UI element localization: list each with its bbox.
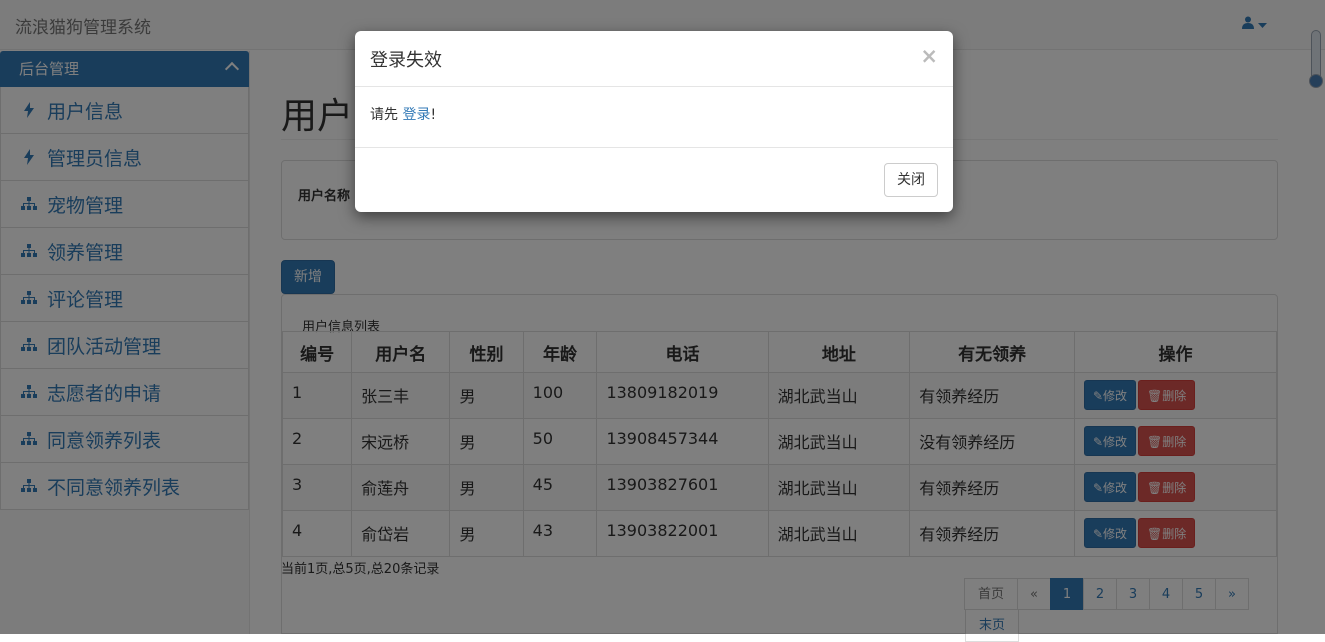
modal-header: 登录失效 ×	[355, 31, 953, 87]
modal-body: 请先 登录!	[355, 87, 953, 148]
close-icon[interactable]: ×	[920, 44, 938, 68]
login-expired-dialog: 登录失效 × 请先 登录! 关闭	[355, 31, 953, 212]
modal-close-button[interactable]: 关闭	[884, 163, 938, 197]
message-prefix: 请先	[370, 107, 398, 123]
message-suffix: !	[430, 107, 437, 123]
modal-title: 登录失效	[370, 50, 442, 71]
modal-message: 请先 登录!	[370, 104, 436, 124]
login-link[interactable]: 登录	[402, 107, 430, 123]
